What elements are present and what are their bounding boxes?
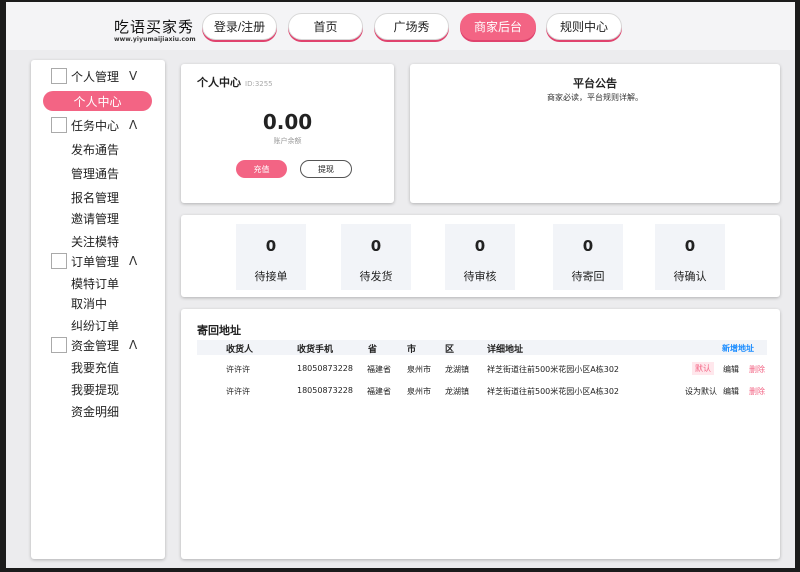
sidebar-item-fund-details[interactable]: 资金明细 <box>71 403 119 420</box>
sidebar-item-manage-notice[interactable]: 管理通告 <box>71 165 119 182</box>
checkbox[interactable] <box>51 117 67 133</box>
delete-link[interactable]: 删除 <box>749 386 765 397</box>
cell-district: 龙湖镇 <box>445 365 469 374</box>
notice-title: 平台公告 <box>573 77 617 90</box>
cell-city: 泉州市 <box>407 365 431 374</box>
stat-pending-return[interactable]: 0 待寄回 <box>553 224 623 290</box>
nav-square-button[interactable]: 广场秀 <box>374 13 449 40</box>
sidebar-item-follow-models[interactable]: 关注模特 <box>71 233 119 250</box>
sidebar-item-recharge[interactable]: 我要充值 <box>71 359 119 376</box>
stat-label: 待寄回 <box>571 271 605 283</box>
edit-link[interactable]: 编辑 <box>723 364 739 375</box>
stat-pending-review[interactable]: 0 待审核 <box>445 224 515 290</box>
stat-value: 0 <box>582 237 594 255</box>
stat-pending-accept[interactable]: 0 待接单 <box>236 224 306 290</box>
sidebar-item-withdraw[interactable]: 我要提现 <box>71 381 119 398</box>
sidebar-item-publish-notice[interactable]: 发布通告 <box>71 141 119 158</box>
nav-rules-button[interactable]: 规则中心 <box>546 13 622 40</box>
stat-label: 待发货 <box>359 271 393 283</box>
sidebar-item-cancelling[interactable]: 取消中 <box>71 295 107 312</box>
column-header: 收货手机 <box>297 345 334 355</box>
account-balance: 0.00 <box>262 110 313 134</box>
sidebar-group-funds[interactable]: 资金管理 Λ <box>51 335 137 355</box>
sidebar-item-personal-center[interactable]: 个人中心 <box>43 91 152 111</box>
cell-city: 泉州市 <box>407 387 431 396</box>
app-window: 吃语买家秀 www.yiyumaijiaxiu.com 登录/注册 首页 广场秀… <box>6 2 795 568</box>
sidebar-group-label: 个人管理 <box>71 69 120 84</box>
chevron-up-icon[interactable]: Λ <box>129 254 137 268</box>
checkbox[interactable] <box>51 68 67 84</box>
column-header: 区 <box>445 345 455 355</box>
column-header: 详细地址 <box>487 345 524 355</box>
sidebar-item-signup-manage[interactable]: 报名管理 <box>71 189 119 206</box>
cell-detail: 祥芝街道往前500米花园小区A栋302 <box>487 365 620 374</box>
user-id: ID:3255 <box>245 80 273 88</box>
site-logo[interactable]: 吃语买家秀 www.yiyumaijiaxiu.com <box>114 19 196 44</box>
stat-label: 待接单 <box>254 271 288 283</box>
sidebar-group-personal[interactable]: 个人管理 V <box>51 66 137 86</box>
stat-value: 0 <box>684 237 696 255</box>
checkbox[interactable] <box>51 337 67 353</box>
edit-link[interactable]: 编辑 <box>723 386 739 397</box>
cell-phone: 18050873228 <box>297 386 353 395</box>
card-title: 个人中心 <box>197 76 241 89</box>
sidebar-group-order[interactable]: 订单管理 Λ <box>51 251 137 271</box>
sidebar-item-dispute-orders[interactable]: 纠纷订单 <box>71 317 119 334</box>
cell-province: 福建省 <box>367 387 391 396</box>
delete-link[interactable]: 删除 <box>749 364 765 375</box>
column-header: 市 <box>407 345 417 355</box>
stat-value: 0 <box>474 237 486 255</box>
sidebar-item-model-orders[interactable]: 模特订单 <box>71 275 119 292</box>
stat-pending-confirm[interactable]: 0 待确认 <box>655 224 725 290</box>
stat-label: 待审核 <box>463 271 497 283</box>
personal-center-title: 个人中心 ID:3255 <box>197 74 273 90</box>
account-balance-label: 账户余额 <box>273 137 302 145</box>
nav-merchant-button[interactable]: 商家后台 <box>460 13 536 40</box>
stat-value: 0 <box>265 237 277 255</box>
cell-name: 许许许 <box>226 387 250 396</box>
address-table-header: 收货人 收货手机 省 市 区 详细地址 <box>197 340 767 355</box>
sidebar-item-invite-manage[interactable]: 邀请管理 <box>71 210 119 227</box>
chevron-up-icon[interactable]: Λ <box>129 118 137 132</box>
sidebar-group-task[interactable]: 任务中心 Λ <box>51 115 137 135</box>
add-address-link[interactable]: 新增地址 <box>722 343 754 354</box>
default-badge[interactable]: 默认 <box>692 362 714 375</box>
checkbox[interactable] <box>51 253 67 269</box>
cell-province: 福建省 <box>367 365 391 374</box>
stat-value: 0 <box>370 237 382 255</box>
cell-name: 许许许 <box>226 365 250 374</box>
column-header: 收货人 <box>226 345 254 355</box>
logo-url: www.yiyumaijiaxiu.com <box>114 36 196 43</box>
nav-login-button[interactable]: 登录/注册 <box>202 13 277 40</box>
return-address-card: 寄回地址 收货人 收货手机 省 市 区 详细地址 新增地址 许许许 180508… <box>181 309 780 559</box>
return-address-title: 寄回地址 <box>197 324 241 337</box>
sidebar-group-label: 任务中心 <box>71 118 120 133</box>
sidebar: 个人管理 V 个人中心 任务中心 Λ 发布通告 管理通告 报名管理 邀请管理 关… <box>31 60 165 559</box>
cell-district: 龙湖镇 <box>445 387 469 396</box>
set-default-link[interactable]: 设为默认 <box>685 386 717 397</box>
recharge-button[interactable]: 充值 <box>236 160 287 178</box>
column-header: 省 <box>368 345 378 355</box>
top-nav-bar: 吃语买家秀 www.yiyumaijiaxiu.com 登录/注册 首页 广场秀… <box>6 2 795 50</box>
chevron-down-icon[interactable]: V <box>129 69 137 83</box>
stat-label: 待确认 <box>673 271 707 283</box>
personal-center-card: 个人中心 ID:3255 0.00 账户余额 充值 提现 <box>181 64 394 203</box>
notice-text[interactable]: 商家必读，平台规则详解。 <box>410 92 780 103</box>
nav-home-button[interactable]: 首页 <box>288 13 363 40</box>
cell-detail: 祥芝街道往前500米花园小区A栋302 <box>487 387 620 396</box>
cell-phone: 18050873228 <box>297 364 353 373</box>
sidebar-group-label: 订单管理 <box>71 254 120 269</box>
sidebar-group-label: 资金管理 <box>71 338 120 353</box>
logo-name: 吃语买家秀 <box>114 18 195 36</box>
order-status-card: 0 待接单 0 待发货 0 待审核 0 待寄回 0 待确认 <box>181 215 780 297</box>
platform-notice-card: 平台公告 商家必读，平台规则详解。 <box>410 64 780 203</box>
chevron-up-icon[interactable]: Λ <box>129 338 137 352</box>
withdraw-button[interactable]: 提现 <box>300 160 352 178</box>
stat-pending-ship[interactable]: 0 待发货 <box>341 224 411 290</box>
